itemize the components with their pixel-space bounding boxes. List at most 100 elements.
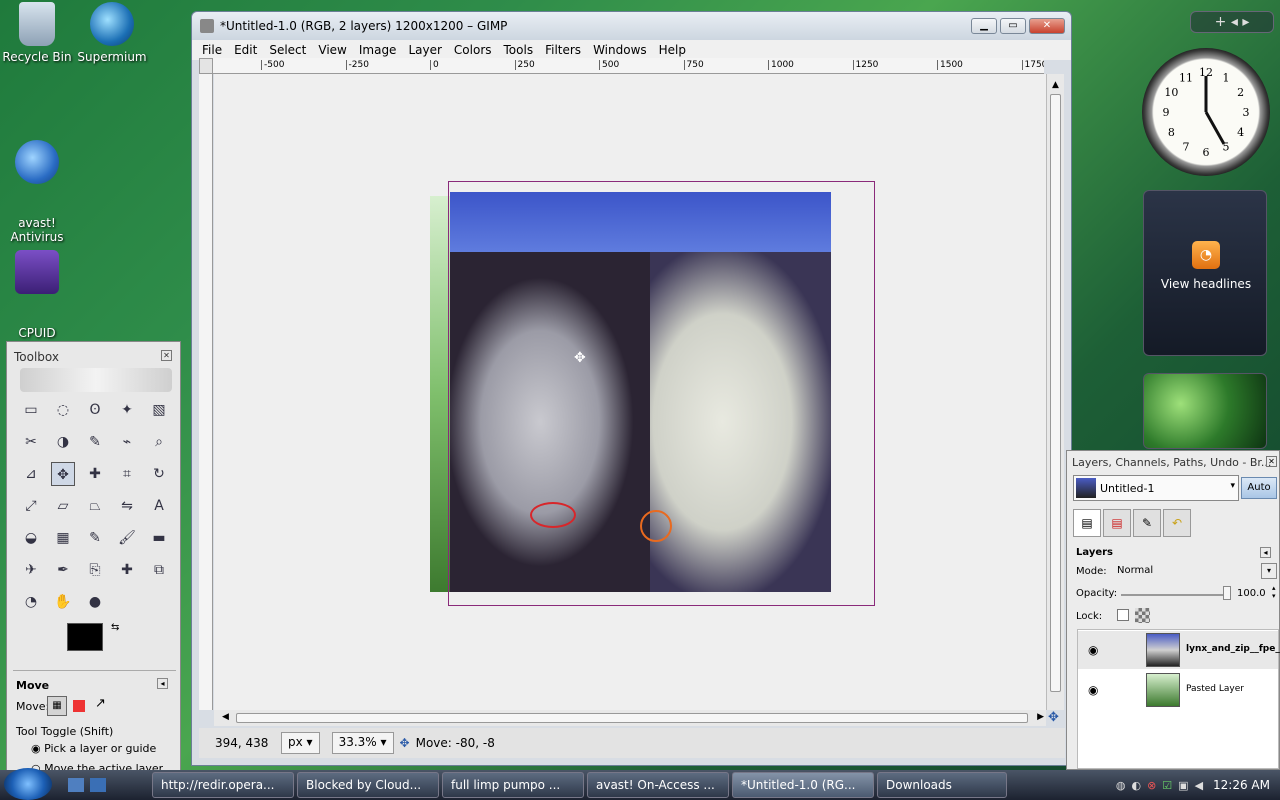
menu-select[interactable]: Select: [269, 43, 306, 57]
menu-edit[interactable]: Edit: [234, 43, 257, 57]
auto-button[interactable]: Auto: [1241, 477, 1277, 499]
ellipse-select-tool-icon[interactable]: ◌: [51, 398, 75, 422]
color-picker-tool-icon[interactable]: ⌁: [115, 430, 139, 454]
lock-alpha-icon[interactable]: [1135, 608, 1150, 623]
perspective-tool-icon[interactable]: ⏢: [83, 494, 107, 518]
menu-view[interactable]: View: [318, 43, 346, 57]
move-selection-mode-button[interactable]: [73, 700, 85, 712]
eraser-tool-icon[interactable]: ▬: [147, 526, 171, 550]
tray-network2-icon[interactable]: ▣: [1178, 779, 1188, 792]
taskbar-item[interactable]: *Untitled-1.0 (RG...: [732, 772, 874, 798]
heal-tool-icon[interactable]: ✚: [115, 558, 139, 582]
image-select[interactable]: Untitled-1 ▾: [1073, 475, 1239, 501]
visibility-eye-icon[interactable]: ◉: [1088, 643, 1098, 657]
opacity-slider[interactable]: [1121, 594, 1231, 596]
ink-tool-icon[interactable]: ✒: [51, 558, 75, 582]
swap-colors-icon[interactable]: ⇆: [111, 622, 119, 633]
quicklaunch-desktop-icon[interactable]: [68, 778, 84, 792]
taskbar-item[interactable]: full limp pumpo ...: [442, 772, 584, 798]
dodge-burn-tool-icon[interactable]: ●: [83, 590, 107, 614]
scroll-up-arrow-icon[interactable]: ▲: [1047, 80, 1064, 90]
dock-titlebar[interactable]: Layers, Channels, Paths, Undo - Br...: [1067, 451, 1279, 473]
menu-windows[interactable]: Windows: [593, 43, 647, 57]
select-by-color-tool-icon[interactable]: ▧: [147, 398, 171, 422]
tray-security-icon[interactable]: ⊗: [1147, 779, 1156, 792]
taskbar-item[interactable]: Downloads: [877, 772, 1007, 798]
menu-layer[interactable]: Layer: [408, 43, 441, 57]
horizontal-ruler[interactable]: -500 -250 0 250 500 750 1000 1250 1500 1750: [213, 58, 1044, 74]
tray-network-icon[interactable]: ◍: [1116, 779, 1126, 792]
taskbar-item[interactable]: avast! On-Access ...: [587, 772, 729, 798]
align-tool-icon[interactable]: ✚: [83, 462, 107, 486]
toolbox-close-icon[interactable]: ✕: [161, 350, 172, 361]
menu-colors[interactable]: Colors: [454, 43, 492, 57]
tab-undo[interactable]: ↶: [1163, 509, 1191, 537]
rotate-tool-icon[interactable]: ↻: [147, 462, 171, 486]
fuzzy-select-tool-icon[interactable]: ✦: [115, 398, 139, 422]
tab-layers[interactable]: ▤: [1073, 509, 1101, 537]
foreground-select-tool-icon[interactable]: ◑: [51, 430, 75, 454]
sidebar-toolbar[interactable]: + ◂ ▸: [1190, 11, 1274, 33]
paths-tool-icon[interactable]: ✎: [83, 430, 107, 454]
pick-layer-radio[interactable]: ◉ Pick a layer or guide: [31, 742, 156, 755]
navigate-icon[interactable]: ✥: [1048, 710, 1064, 726]
scroll-left-arrow-icon[interactable]: ◀: [222, 712, 229, 722]
bucket-fill-tool-icon[interactable]: ◒: [19, 526, 43, 550]
opacity-value[interactable]: 100.0: [1237, 588, 1266, 599]
menu-help[interactable]: Help: [659, 43, 686, 57]
tray-clock[interactable]: 12:26 AM: [1213, 778, 1270, 792]
mode-select[interactable]: Normal ▾: [1113, 563, 1279, 581]
scroll-thumb[interactable]: [1050, 94, 1061, 692]
perspective-clone-tool-icon[interactable]: ⧉: [147, 558, 171, 582]
unit-select[interactable]: px ▾: [281, 732, 320, 754]
toolbox-titlebar[interactable]: Toolbox ✕: [7, 342, 180, 366]
flip-tool-icon[interactable]: ⇋: [115, 494, 139, 518]
scale-tool-icon[interactable]: ⤢: [19, 494, 43, 518]
feed-gadget[interactable]: ◔ View headlines: [1143, 190, 1267, 356]
tab-paths[interactable]: ✎: [1133, 509, 1161, 537]
desktop-icon-supermium[interactable]: Supermium: [72, 2, 152, 64]
measure-tool-icon[interactable]: ⊿: [19, 462, 43, 486]
tray-check-icon[interactable]: ☑: [1162, 779, 1172, 792]
menu-image[interactable]: Image: [359, 43, 397, 57]
horizontal-scrollbar[interactable]: ◀ ▶: [214, 710, 1046, 726]
blur-tool-icon[interactable]: ◔: [19, 590, 43, 614]
pencil-tool-icon[interactable]: ✎: [83, 526, 107, 550]
canvas-area[interactable]: ✥: [214, 74, 1046, 710]
ruler-corner[interactable]: [199, 58, 213, 74]
minimize-button[interactable]: ▁: [971, 18, 997, 34]
menu-tools[interactable]: Tools: [504, 43, 534, 57]
scroll-thumb-h[interactable]: [236, 713, 1028, 723]
maximize-button[interactable]: ▭: [1000, 18, 1026, 34]
layer-row[interactable]: ◉ lynx_and_zip__fpe_o: [1078, 631, 1280, 669]
move-path-mode-button[interactable]: ↗: [95, 696, 106, 711]
vertical-ruler[interactable]: [199, 74, 213, 710]
tray-avast-icon[interactable]: ◐: [1131, 779, 1141, 792]
opacity-spin-icon[interactable]: ▴ ▾: [1272, 584, 1276, 600]
start-button[interactable]: [4, 768, 52, 800]
layer-row[interactable]: ◉ Pasted Layer: [1078, 671, 1278, 709]
layers-collapse-icon[interactable]: ◂: [1260, 547, 1271, 558]
quicklaunch-switch-icon[interactable]: [90, 778, 106, 792]
taskbar-item[interactable]: Blocked by Cloud...: [297, 772, 439, 798]
gimp-titlebar[interactable]: *Untitled-1.0 (RGB, 2 layers) 1200x1200 …: [192, 12, 1071, 40]
crop-tool-icon[interactable]: ⌗: [115, 462, 139, 486]
paintbrush-tool-icon[interactable]: 🖌: [115, 526, 139, 550]
foreground-color-swatch[interactable]: [67, 623, 103, 651]
vertical-scrollbar[interactable]: ▲: [1046, 74, 1064, 710]
rect-select-tool-icon[interactable]: ▭: [19, 398, 43, 422]
close-button[interactable]: ✕: [1029, 18, 1065, 34]
move-layer-mode-button[interactable]: ▦: [47, 696, 67, 716]
tab-channels[interactable]: ▤: [1103, 509, 1131, 537]
zoom-tool-icon[interactable]: ⌕: [147, 430, 171, 454]
text-tool-icon[interactable]: A: [147, 494, 171, 518]
tool-options-collapse-icon[interactable]: ◂: [157, 678, 168, 689]
blend-tool-icon[interactable]: ▦: [51, 526, 75, 550]
clone-tool-icon[interactable]: ⎘: [83, 558, 107, 582]
zoom-select[interactable]: 33.3% ▾: [331, 732, 394, 754]
move-tool-icon[interactable]: ✥: [51, 462, 75, 486]
slideshow-gadget[interactable]: [1143, 373, 1267, 449]
menu-file[interactable]: File: [202, 43, 222, 57]
opacity-slider-handle[interactable]: [1223, 586, 1231, 600]
taskbar-item[interactable]: http://redir.opera...: [152, 772, 294, 798]
